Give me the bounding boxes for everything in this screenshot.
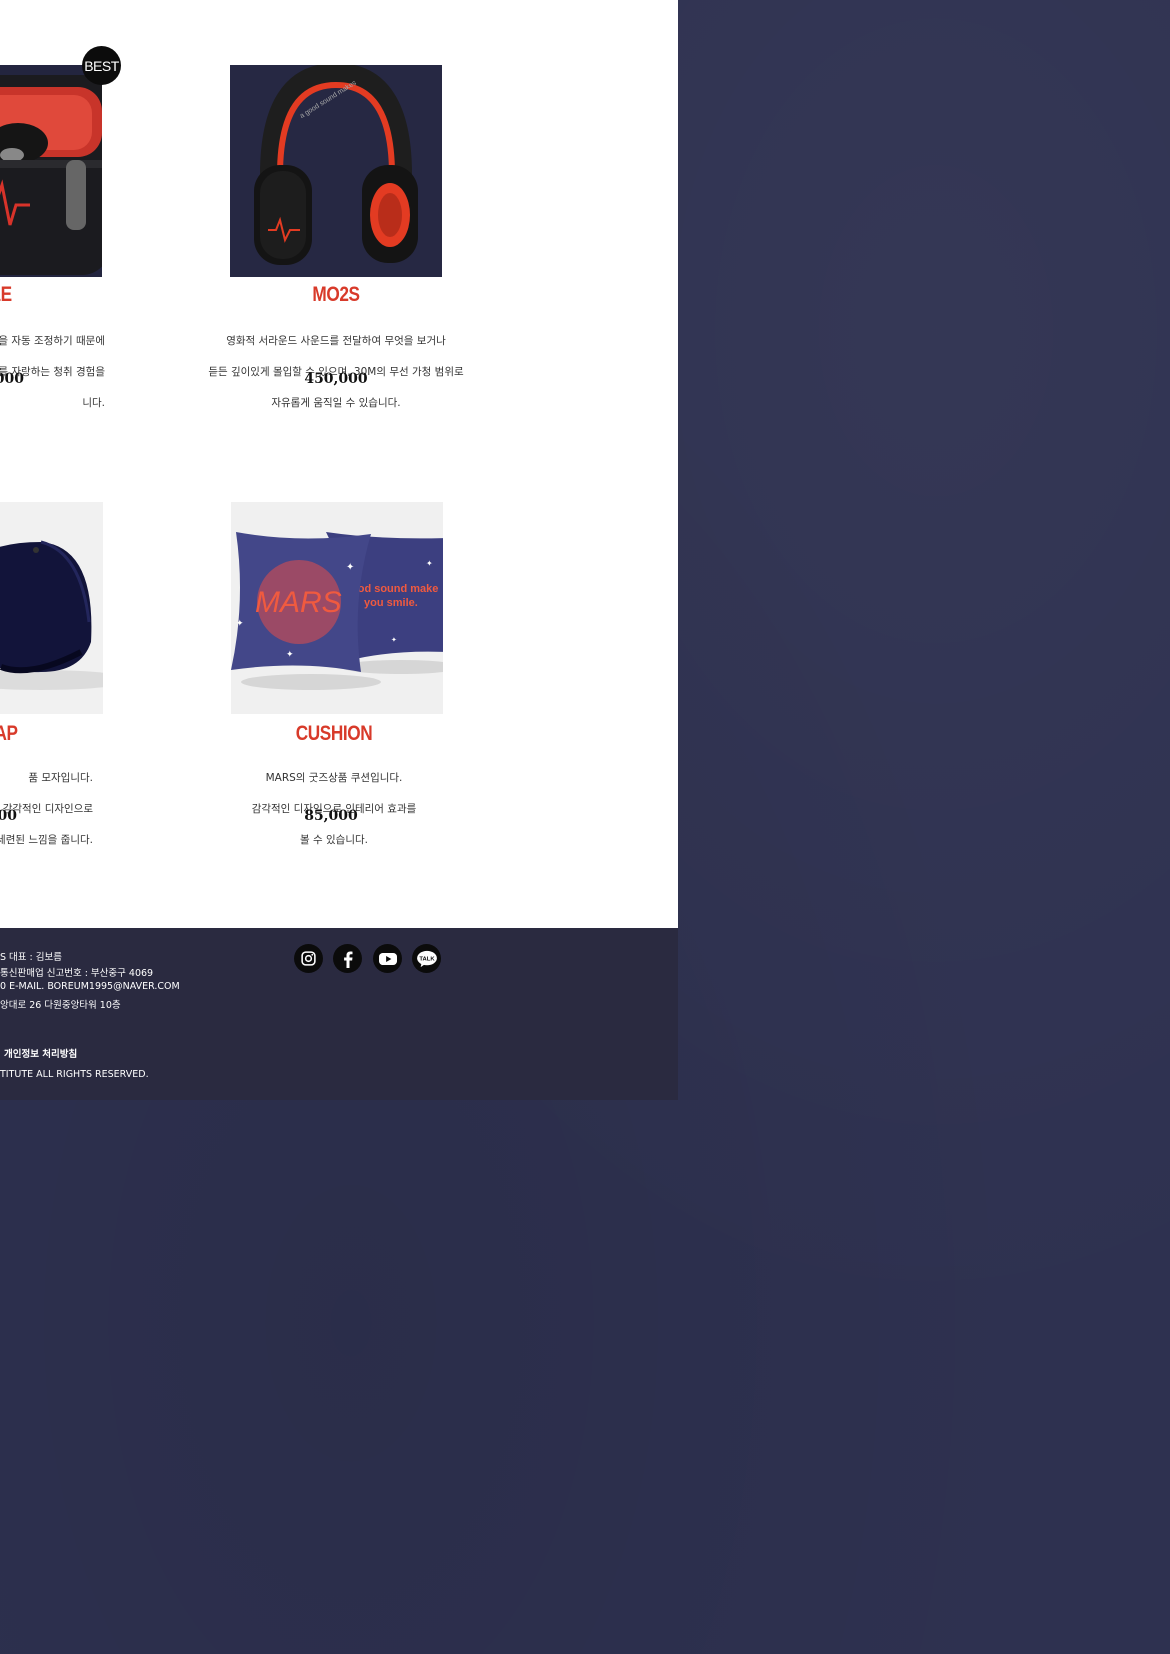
product-name[interactable]: MO2S (213, 283, 459, 307)
copyright-text: TITUTE ALL RIGHTS RESERVED. (0, 1069, 149, 1080)
product-card-cushion[interactable]: ood sound make you smile. MARS ✦ ✦ ✦ ✦ ✦… (186, 430, 486, 846)
cushion-slogan-1: ood sound make (351, 583, 438, 595)
mars-logo: MARS (255, 586, 342, 619)
desc-line: 품 모자입니다. (28, 771, 93, 784)
desc-line: 세련된 느낌을 줍니다. (0, 833, 93, 846)
desc-line: 니다. (82, 396, 105, 409)
product-price: 000 (0, 371, 24, 387)
product-section: BEST M01E 을 자동 조정하기 때문에 를 자랑하는 청취 경험을 니다… (0, 0, 678, 928)
product-image-earbuds[interactable] (0, 65, 102, 277)
product-image-cap[interactable] (0, 502, 103, 714)
instagram-icon[interactable] (294, 944, 323, 973)
product-name[interactable]: M01E (0, 283, 113, 307)
svg-text:✦: ✦ (236, 619, 244, 629)
product-name[interactable]: CUSHION (211, 722, 457, 746)
kakaotalk-icon[interactable]: TALK (412, 944, 441, 973)
company-info-line: S 대표 : 김보름 (0, 952, 62, 963)
facebook-icon[interactable] (333, 944, 362, 973)
cushion-slogan-2: you smile. (364, 597, 418, 609)
desc-line: 영화적 서라운드 사운드를 전달하여 무엇을 보거나 (226, 334, 446, 347)
best-badge: BEST (82, 46, 121, 85)
product-card-cap[interactable]: AP 품 모자입니다. | 감각적인 디자인으로 세련된 느낌을 줍니다. 00 (0, 430, 140, 846)
svg-text:✦: ✦ (426, 559, 433, 568)
product-price: 85,000 (304, 808, 358, 824)
kakaotalk-label: TALK (419, 956, 435, 962)
email-line: 0 E-MAIL. BOREUM1995@NAVER.COM (0, 981, 180, 992)
product-image-headphones[interactable]: a good sound makes (230, 65, 442, 277)
product-name[interactable]: AP (0, 722, 129, 746)
desc-line: 볼 수 있습니다. (300, 833, 368, 846)
svg-text:✦: ✦ (391, 636, 397, 644)
product-image-cushion[interactable]: ood sound make you smile. MARS ✦ ✦ ✦ ✦ ✦ (231, 502, 443, 714)
address-line: 앙대로 26 다원중앙타워 10층 (0, 1000, 121, 1011)
youtube-icon[interactable] (373, 944, 402, 973)
business-license-line: 통신판매업 신고번호 : 부산중구 4069 (0, 968, 154, 979)
privacy-policy-link[interactable]: 개인정보 처리방침 (4, 1046, 77, 1060)
product-card-m01e[interactable]: BEST M01E 을 자동 조정하기 때문에 를 자랑하는 청취 경험을 니다… (0, 0, 140, 409)
product-price: 450,000 (304, 371, 368, 387)
svg-text:✦: ✦ (286, 650, 294, 660)
desc-line: 자유롭게 움직일 수 있습니다. (271, 396, 401, 409)
desc-line: MARS의 굿즈상품 쿠션입니다. (265, 771, 403, 784)
product-card-mo2s[interactable]: a good sound makes MO2S 영화적 서라운드 사운드를 전달… (186, 0, 486, 409)
desc-line: 을 자동 조정하기 때문에 (0, 334, 105, 347)
product-price: 00 (0, 808, 17, 824)
svg-text:✦: ✦ (346, 562, 354, 573)
